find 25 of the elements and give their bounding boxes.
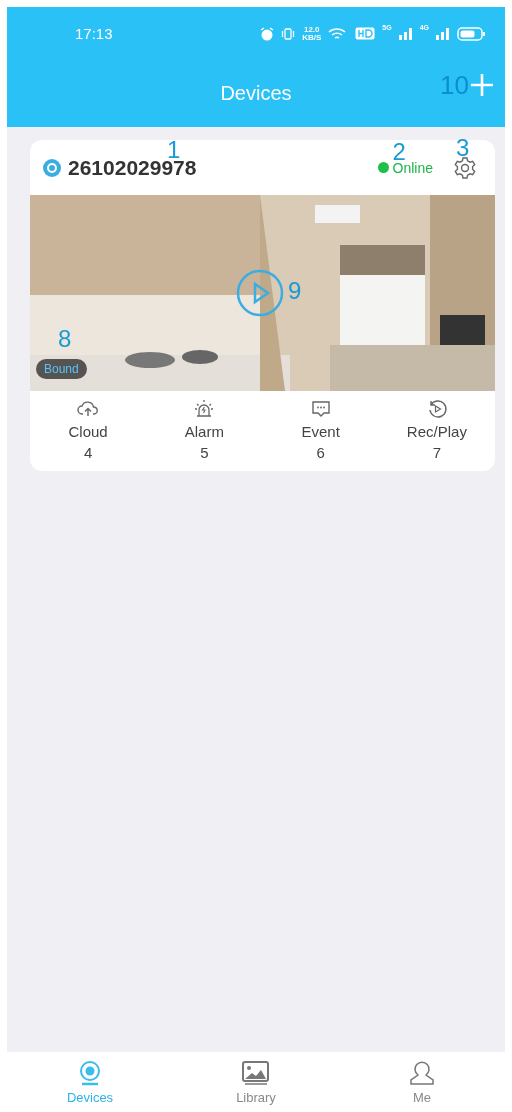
status-time: 17:13 [75,25,113,42]
add-icon[interactable] [469,72,495,98]
person-icon [408,1059,436,1087]
annotation-number: 4 [83,443,93,463]
tab-item[interactable]: Library [173,1052,339,1112]
annotation-number: 7 [432,443,442,463]
page-title: Devices [220,82,292,105]
alarm-clock-icon [260,26,275,41]
battery-icon [457,26,485,41]
signal-icon [398,27,413,40]
hd-icon [355,27,376,40]
annotation-number: 9 [288,279,302,303]
vibrate-icon [281,26,296,41]
annotation-number: 6 [316,443,325,463]
annotation-number: 5 [200,443,209,463]
annotation-number: 8 [58,327,72,351]
camera-icon [42,157,62,178]
play-icon[interactable] [236,269,284,317]
network-speed: 12.0 [303,25,320,34]
tab-item[interactable]: Me [339,1052,505,1112]
speed-unit: KB/S [302,33,322,42]
image-icon [241,1059,271,1087]
signal-icon [436,27,450,40]
bound-badge: Bound [36,359,87,379]
settings-icon[interactable] [453,155,477,180]
